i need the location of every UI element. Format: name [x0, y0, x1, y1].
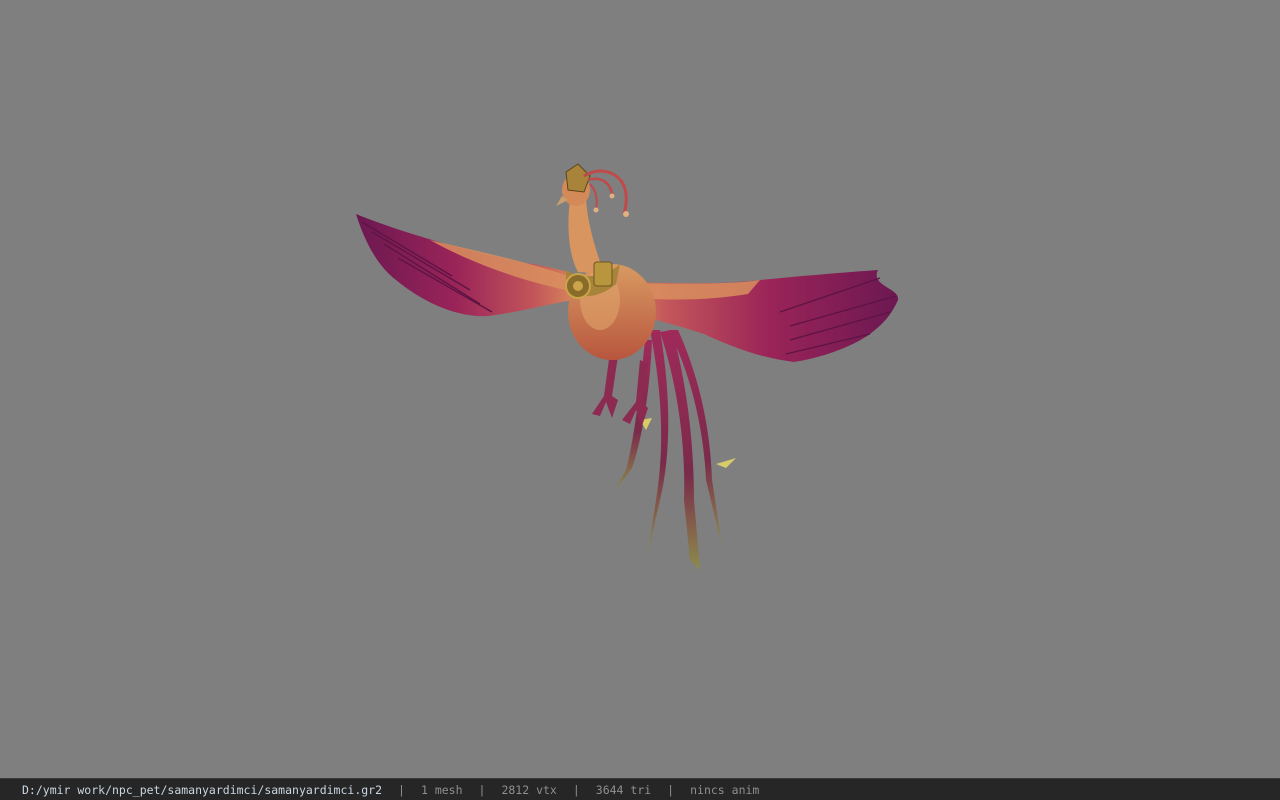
- phoenix-model: [356, 163, 899, 570]
- status-separator: |: [398, 782, 405, 797]
- mesh-count: 1 mesh: [420, 782, 463, 797]
- model-viewport[interactable]: [0, 0, 1280, 778]
- status-bar: D:/ymir work/npc_pet/samanyardimci/saman…: [0, 778, 1280, 800]
- status-separator: |: [667, 782, 675, 797]
- status-separator: |: [572, 782, 580, 797]
- tail-feathers: [614, 330, 736, 570]
- vertex-count: 2812 vtx: [501, 782, 557, 797]
- left-wing: [356, 214, 578, 317]
- head: [556, 163, 629, 217]
- animation-status: nincs anim: [690, 782, 760, 797]
- file-path: D:/ymir work/npc_pet/samanyardimci/saman…: [22, 782, 383, 797]
- legs: [592, 352, 648, 426]
- triangle-count: 3644 tri: [595, 782, 652, 797]
- status-separator: |: [478, 782, 486, 797]
